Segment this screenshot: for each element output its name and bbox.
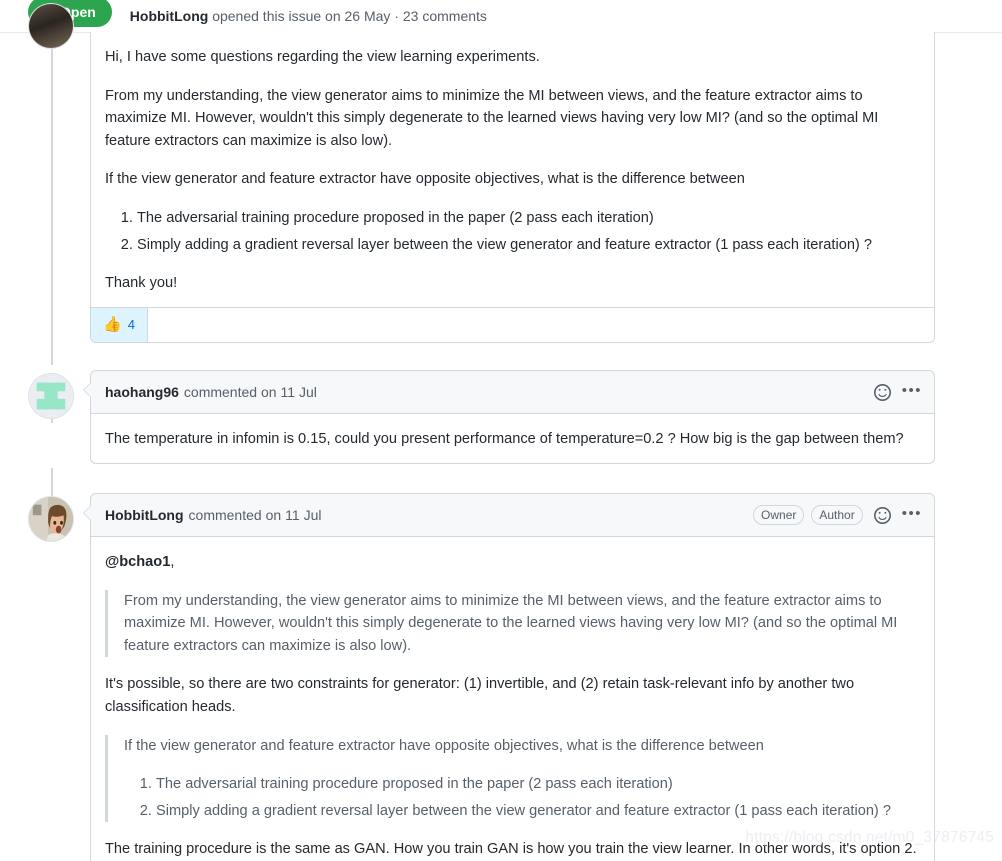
issue-meta-suffix: opened this issue on 26 May · 23 comment… — [208, 8, 487, 24]
comment-card: HobbitLong commented on 11 Jul Owner Aut… — [83, 493, 935, 861]
comment-commented-label: commented on — [183, 384, 277, 400]
reaction-thumbs-up-button[interactable]: 👍 4 — [91, 307, 148, 342]
issue-meta-text: HobbitLong opened this issue on 26 May ·… — [130, 8, 487, 24]
comment-timestamp[interactable]: 11 Jul — [281, 384, 317, 400]
issue-meta-bar: Open HobbitLong opened this issue on 26 … — [0, 0, 1002, 33]
issue-author-link[interactable]: HobbitLong — [130, 8, 209, 24]
list-item: Simply adding a gradient reversal layer … — [137, 234, 918, 257]
role-badge-author: Author — [811, 505, 863, 525]
comment-paragraph: It's possible, so there are two constrai… — [105, 676, 855, 716]
smiley-face-icon[interactable] — [873, 506, 891, 524]
kebab-menu-icon[interactable]: ••• — [902, 506, 922, 525]
mention-suffix: , — [170, 554, 175, 570]
comment-paragraph: If the view generator and feature extrac… — [105, 171, 745, 188]
comment-body: @bchao1, From my understanding, the view… — [91, 537, 934, 861]
reactions-row: 👍 4 — [91, 306, 934, 342]
comment-paragraph: The training procedure is the same as GA… — [105, 841, 917, 858]
comment-paragraph: Hi, I have some questions regarding the … — [105, 49, 540, 65]
comment-header: haohang96 commented on 11 Jul ••• — [91, 371, 934, 414]
comment-body: Hi, I have some questions regarding the … — [91, 32, 934, 307]
comment-arrow — [83, 382, 92, 398]
blockquote-1: From my understanding, the view generato… — [105, 589, 918, 658]
comment-timestamp[interactable]: 11 Jul — [285, 507, 321, 523]
comment-header: HobbitLong commented on 11 Jul Owner Aut… — [91, 494, 934, 537]
avatar[interactable] — [28, 373, 74, 419]
issue-conversation-page: Open HobbitLong opened this issue on 26 … — [0, 0, 1002, 861]
avatar[interactable] — [28, 3, 74, 49]
avatar[interactable] — [28, 496, 74, 542]
blockquote-2: If the view generator and feature extrac… — [105, 734, 918, 823]
user-mention-link[interactable]: @bchao1 — [105, 554, 170, 570]
comment-card: Hi, I have some questions regarding the … — [90, 32, 935, 343]
comment-paragraph: Thank you! — [105, 275, 178, 292]
identicon-avatar-icon — [29, 374, 73, 418]
list-item: The adversarial training procedure propo… — [156, 773, 918, 796]
comment-paragraph: The temperature in infomin is 0.15, coul… — [105, 431, 904, 447]
blockquote-ordered-list: The adversarial training procedure propo… — [124, 773, 918, 822]
comment-paragraph: From my understanding, the view generato… — [105, 87, 879, 149]
comment-ordered-list: The adversarial training procedure propo… — [105, 207, 918, 256]
blockquote-paragraph: From my understanding, the view generato… — [124, 592, 898, 654]
smiley-face-icon[interactable] — [873, 383, 891, 401]
comment-author-link[interactable]: HobbitLong — [105, 507, 184, 523]
list-item: The adversarial training procedure propo… — [137, 207, 918, 230]
comment-paragraph: @bchao1, — [105, 551, 918, 574]
reactions-empty-space — [147, 307, 934, 342]
role-badge-owner: Owner — [753, 505, 805, 525]
comment-arrow — [83, 505, 92, 521]
comment-author-link[interactable]: haohang96 — [105, 384, 179, 400]
thumbs-up-icon: 👍 — [103, 316, 122, 334]
reaction-count: 4 — [127, 317, 135, 333]
comment-body: The temperature in infomin is 0.15, coul… — [91, 414, 934, 463]
list-item: Simply adding a gradient reversal layer … — [156, 800, 918, 823]
timeline-rail-1 — [51, 33, 53, 365]
blockquote-paragraph: If the view generator and feature extrac… — [124, 737, 764, 754]
kebab-menu-icon[interactable]: ••• — [902, 383, 922, 402]
comment-card: haohang96 commented on 11 Jul ••• The te… — [83, 370, 935, 464]
comment-commented-label: commented on — [188, 507, 282, 523]
photo-avatar-icon — [29, 497, 73, 541]
